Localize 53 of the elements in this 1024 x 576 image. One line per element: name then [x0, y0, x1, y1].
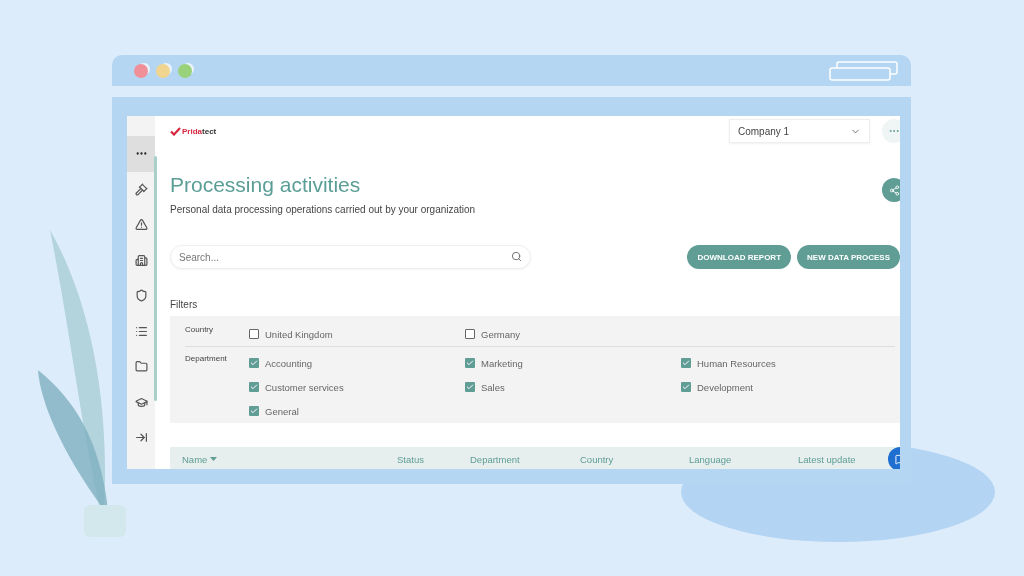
- checkbox[interactable]: [681, 358, 691, 368]
- column-header[interactable]: Status: [397, 453, 470, 465]
- share-icon: [888, 184, 900, 196]
- sort-caret-icon: [210, 457, 218, 461]
- checkbox-label: United Kingdom: [265, 328, 333, 340]
- column-header[interactable]: Department: [470, 453, 580, 465]
- search-icon: [511, 251, 522, 262]
- collapse-icon: [134, 431, 148, 445]
- checkbox-label: General: [265, 405, 299, 417]
- page-title: Processing activities: [170, 173, 362, 197]
- column-header[interactable]: Latest update: [798, 453, 888, 465]
- check-icon: [170, 126, 181, 136]
- column-header[interactable]: Country: [580, 453, 689, 465]
- filters-label: Filters: [170, 299, 199, 310]
- checkbox-label: Accounting: [265, 357, 312, 369]
- checkbox[interactable]: [465, 382, 475, 392]
- filter-group-label: Department: [185, 353, 228, 365]
- warning-icon: [134, 218, 148, 232]
- gavel-icon: [134, 182, 148, 196]
- filter-group-label: Country: [185, 324, 214, 336]
- share-button[interactable]: [882, 178, 900, 202]
- checkbox[interactable]: [465, 358, 475, 368]
- checkbox-label: Germany: [481, 328, 521, 340]
- more-button[interactable]: [882, 119, 900, 143]
- checkbox[interactable]: [249, 406, 259, 416]
- list-icon: [134, 324, 148, 338]
- checkbox[interactable]: [249, 329, 259, 339]
- building-icon: [134, 253, 148, 267]
- checkbox[interactable]: [249, 358, 259, 368]
- checkbox[interactable]: [681, 382, 691, 392]
- shield-icon: [134, 289, 148, 303]
- checkbox-label: Sales: [481, 381, 505, 393]
- checkbox-label: Human Resources: [697, 357, 776, 369]
- checkbox-label: Customer services: [265, 381, 344, 393]
- column-header[interactable]: Language: [689, 453, 798, 465]
- window-control[interactable]: [156, 63, 170, 78]
- column-header[interactable]: Name: [182, 453, 397, 465]
- checkbox[interactable]: [465, 329, 475, 339]
- checkbox-label: Development: [697, 381, 753, 393]
- search-field[interactable]: Search...: [170, 245, 531, 269]
- logo: Pridatect: [170, 126, 217, 136]
- checkbox-label: Marketing: [481, 357, 523, 369]
- window-control[interactable]: [134, 63, 148, 78]
- checkbox[interactable]: [249, 382, 259, 392]
- scrollbar[interactable]: [154, 156, 157, 401]
- windows-icon: [829, 60, 899, 81]
- page-subtitle: Personal data processing operations carried out by your organization: [170, 204, 477, 215]
- folder-icon: [134, 360, 148, 374]
- company-select[interactable]: Company 1: [729, 119, 870, 143]
- graduation-cap-icon: [134, 395, 148, 409]
- action-button[interactable]: NEW DATA PROCESS: [797, 245, 900, 269]
- action-button[interactable]: DOWNLOAD REPORT: [687, 245, 792, 269]
- window-control[interactable]: [178, 63, 192, 78]
